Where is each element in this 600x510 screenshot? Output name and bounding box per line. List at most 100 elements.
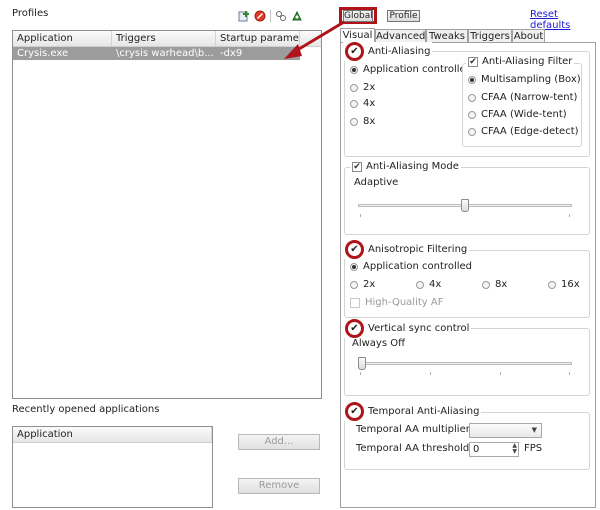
vsync-title: Vertical sync control <box>368 323 470 334</box>
radio <box>482 280 490 289</box>
option-label: High-Quality AF <box>365 297 444 308</box>
af-option-16x[interactable]: 16x <box>548 279 580 290</box>
add-button[interactable]: Add... <box>238 434 320 450</box>
filter-option-narrow[interactable]: CFAA (Narrow-tent) <box>468 92 577 103</box>
temporal-title: Temporal Anti-Aliasing <box>368 406 480 417</box>
radio-selected <box>350 65 358 74</box>
slider-tick <box>569 372 570 375</box>
aa-option-4x[interactable]: 4x <box>350 98 375 109</box>
check-icon: ✔ <box>350 322 359 334</box>
column-header-application[interactable]: Application <box>13 31 112 46</box>
vsync-legend: ✔ Vertical sync control <box>343 319 472 338</box>
af-option-8x[interactable]: 8x <box>482 279 507 290</box>
aa-filter-checkbox[interactable]: ✔ <box>468 56 478 67</box>
tab-tweaks[interactable]: Tweaks <box>426 29 468 42</box>
filter-option-edge[interactable]: CFAA (Edge-detect) <box>468 126 579 137</box>
hq-af-option[interactable]: High-Quality AF <box>350 297 443 308</box>
slider-tick <box>360 372 361 375</box>
anti-aliasing-legend: ✔ Anti-Aliasing <box>343 42 433 61</box>
option-label: CFAA (Wide-tent) <box>481 109 567 120</box>
af-option-app-controlled[interactable]: Application controlled <box>350 261 472 272</box>
af-option-2x[interactable]: 2x <box>350 279 375 290</box>
delete-profile-icon[interactable] <box>254 10 266 22</box>
aa-mode-slider[interactable] <box>354 198 576 218</box>
aa-filter-legend: ✔ Anti-Aliasing Filter <box>466 56 575 67</box>
vsync-value: Always Off <box>352 338 405 349</box>
anisotropic-checkbox[interactable]: ✔ <box>345 240 364 259</box>
tab-triggers[interactable]: Triggers <box>468 29 512 42</box>
check-icon: ✔ <box>350 243 359 255</box>
radio <box>548 280 556 289</box>
tab-about[interactable]: About <box>512 29 545 42</box>
af-option-4x[interactable]: 4x <box>416 279 441 290</box>
radio <box>468 93 476 102</box>
radio <box>350 280 358 289</box>
profile-button[interactable]: Profile <box>387 10 420 22</box>
aa-mode-title: Anti-Aliasing Mode <box>366 161 459 172</box>
add-profile-icon[interactable] <box>238 10 250 22</box>
option-label: 16x <box>561 279 580 290</box>
slider-tick <box>360 214 361 217</box>
remove-button[interactable]: Remove <box>238 478 320 494</box>
slider-tick <box>430 372 431 375</box>
recent-table[interactable]: Application <box>12 426 213 508</box>
radio <box>350 99 358 108</box>
profiles-table[interactable]: Application Triggers Startup parame... C… <box>12 30 322 399</box>
anti-aliasing-checkbox[interactable]: ✔ <box>345 42 364 61</box>
column-header-application[interactable]: Application <box>13 427 212 442</box>
radio-selected <box>350 262 358 271</box>
table-row[interactable]: Crysis.exe \crysis warhead\b... -dx9 <box>13 47 300 60</box>
slider-tick <box>569 214 570 217</box>
filter-option-wide[interactable]: CFAA (Wide-tent) <box>468 109 567 120</box>
option-label: 2x <box>363 82 376 93</box>
aa-option-app-controlled[interactable]: Application controlled <box>350 64 472 75</box>
tab-advanced[interactable]: Advanced <box>375 29 426 42</box>
radio <box>468 127 476 136</box>
anisotropic-legend: ✔ Anisotropic Filtering <box>343 240 470 259</box>
option-label: Application controlled <box>363 64 472 75</box>
hq-af-checkbox <box>350 297 360 308</box>
check-icon: ✔ <box>350 405 359 417</box>
option-label: 4x <box>363 98 376 109</box>
radio <box>468 110 476 119</box>
radio <box>350 83 358 92</box>
temporal-checkbox[interactable]: ✔ <box>345 402 364 421</box>
slider-thumb[interactable] <box>461 199 469 212</box>
option-label: 2x <box>363 279 376 290</box>
temporal-legend: ✔ Temporal Anti-Aliasing <box>343 402 482 421</box>
threshold-value: 0 <box>473 444 480 455</box>
temporal-multiplier-select[interactable]: ▼ <box>469 423 542 438</box>
check-icon: ✔ <box>469 56 477 67</box>
fps-label: FPS <box>524 443 543 454</box>
toolbar-separator <box>270 10 271 22</box>
option-label: 8x <box>363 116 376 127</box>
vsync-slider[interactable] <box>354 356 576 376</box>
reset-defaults-link[interactable]: Reset defaults <box>530 9 600 31</box>
column-header-triggers[interactable]: Triggers <box>112 31 216 46</box>
aa-filter-title: Anti-Aliasing Filter <box>482 56 573 67</box>
option-label: 4x <box>429 279 442 290</box>
stepper-arrows-icon[interactable]: ▲ ▼ <box>512 443 517 455</box>
aa-option-2x[interactable]: 2x <box>350 82 375 93</box>
slider-thumb[interactable] <box>358 357 366 370</box>
radio-selected <box>468 75 476 84</box>
temporal-multiplier-label: Temporal AA multiplier <box>356 424 470 435</box>
tab-visual[interactable]: Visual <box>340 28 375 43</box>
option-label: CFAA (Edge-detect) <box>481 126 579 137</box>
option-label: CFAA (Narrow-tent) <box>481 92 578 103</box>
option-label: 8x <box>495 279 508 290</box>
slider-track <box>358 362 572 365</box>
row-application: Crysis.exe <box>17 48 69 59</box>
check-icon: ✔ <box>350 45 359 57</box>
row-triggers: \crysis warhead\b... <box>116 48 214 59</box>
radio <box>350 117 358 126</box>
temporal-threshold-stepper[interactable]: 0 ▲ ▼ <box>469 442 519 457</box>
aa-mode-checkbox[interactable]: ✔ <box>352 161 362 172</box>
option-label: Multisampling (Box) <box>481 74 581 85</box>
anti-aliasing-title: Anti-Aliasing <box>368 46 431 57</box>
aa-option-8x[interactable]: 8x <box>350 116 375 127</box>
vsync-checkbox[interactable]: ✔ <box>345 319 364 338</box>
radio <box>416 280 424 289</box>
temporal-threshold-label: Temporal AA threshold <box>356 443 470 454</box>
filter-option-box[interactable]: Multisampling (Box) <box>468 74 581 85</box>
